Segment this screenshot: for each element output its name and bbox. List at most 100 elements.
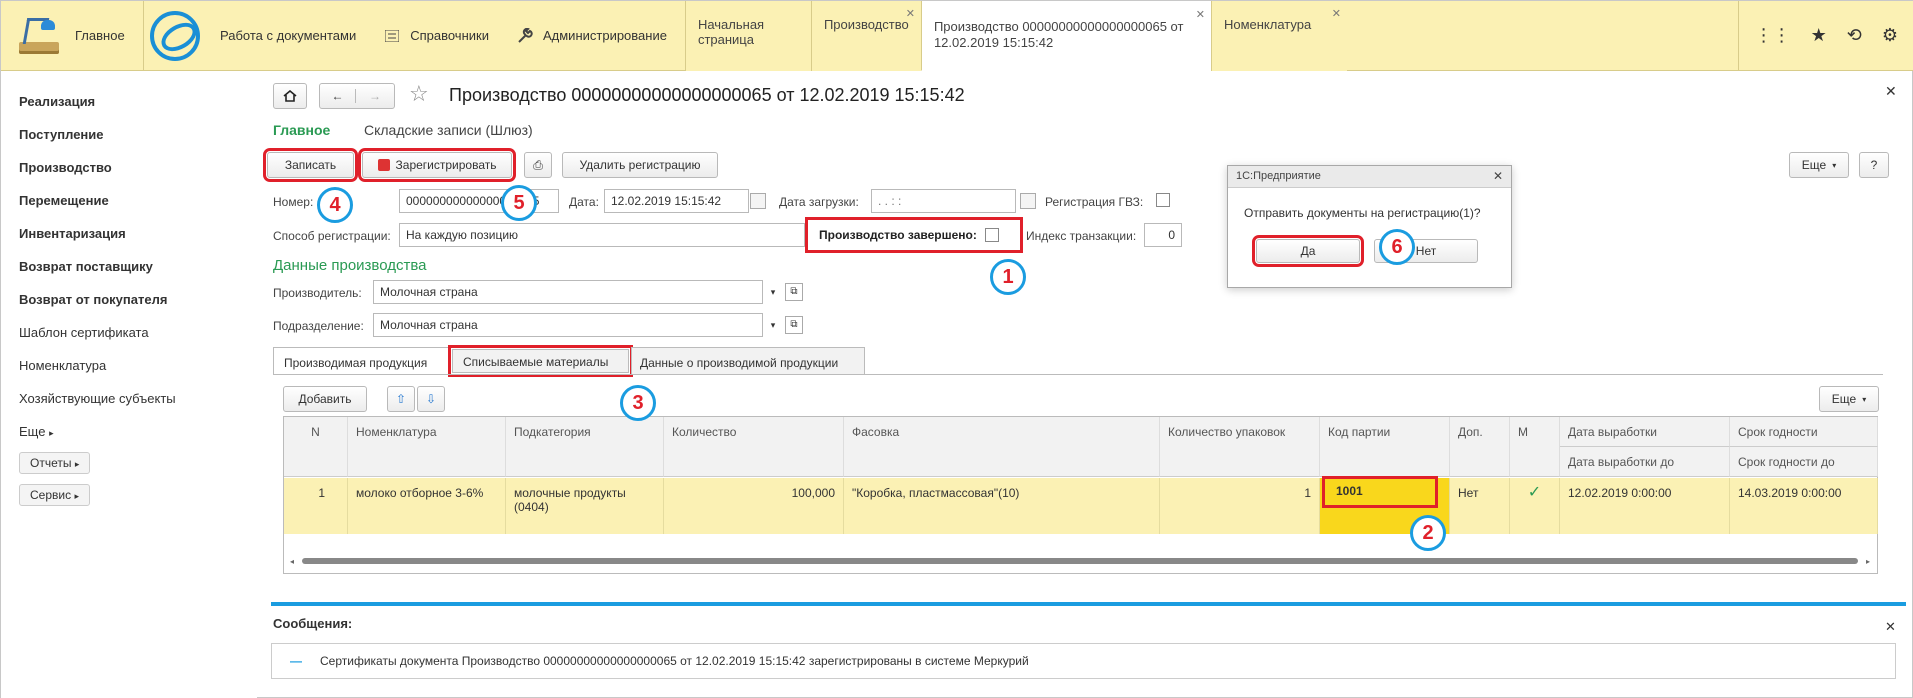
scroll-right-icon[interactable]: ▸ (1866, 557, 1870, 566)
cell-packing[interactable]: "Коробка, пластмассовая"(10) (844, 478, 1160, 534)
message-item[interactable]: — Сертификаты документа Производство 000… (271, 643, 1896, 679)
menu-references[interactable]: Справочники (370, 1, 503, 71)
yes-button[interactable]: Да (1252, 235, 1364, 267)
scroll-left-icon[interactable]: ◂ (290, 557, 294, 566)
tab-nomenclature[interactable]: Номенклатура ✕ (1210, 1, 1347, 71)
sidebar-more[interactable]: Еще ▸ (1, 415, 257, 448)
dropdown-icon[interactable]: ▾ (763, 281, 783, 303)
method-field[interactable]: На каждую позицию (399, 223, 805, 247)
cell-expiry-to[interactable] (1730, 506, 1878, 534)
forward-arrow-icon[interactable]: → (356, 89, 394, 103)
gvz-checkbox[interactable] (1156, 193, 1170, 207)
nav-main-link[interactable]: Главное (273, 122, 330, 138)
scrollbar-thumb[interactable] (302, 558, 1858, 564)
close-form-icon[interactable]: ✕ (1885, 83, 1897, 100)
col-nomenclature[interactable]: Номенклатура (348, 417, 506, 477)
cell-quantity[interactable]: 100,000 (664, 478, 844, 534)
close-icon[interactable]: ✕ (1196, 7, 1205, 23)
star-icon[interactable]: ★ (1811, 25, 1827, 46)
col-expiry-to[interactable]: Срок годности до (1730, 447, 1878, 477)
service-button[interactable]: Сервис ▸ (19, 484, 90, 506)
col-n[interactable]: N (284, 417, 348, 477)
col-prod-date-to[interactable]: Дата выработки до (1560, 447, 1730, 477)
division-field[interactable]: Молочная страна (373, 313, 763, 337)
annotation-badge-3: 3 (620, 385, 656, 421)
sidebar-item-cert-template[interactable]: Шаблон сертификата (1, 316, 257, 349)
sidebar-item-sales[interactable]: Реализация (1, 85, 257, 118)
close-icon[interactable]: ✕ (906, 7, 915, 20)
cell-extra[interactable]: Нет (1450, 478, 1510, 534)
grid-menu-icon[interactable]: ⋮⋮ (1755, 25, 1791, 46)
table-more-button[interactable]: Еще ▾ (1819, 386, 1879, 412)
col-packing[interactable]: Фасовка (844, 417, 1160, 477)
nav-warehouse-link[interactable]: Складские записи (Шлюз) (364, 122, 533, 138)
tab-product-data[interactable]: Данные о производимой продукции (631, 347, 865, 375)
sidebar-item-receipts[interactable]: Поступление (1, 118, 257, 151)
settings-icon[interactable]: ⚙ (1882, 25, 1898, 46)
back-arrow-icon[interactable]: ← (320, 89, 356, 103)
home-section[interactable]: Главное (1, 1, 144, 70)
col-batch-code[interactable]: Код партии (1320, 417, 1450, 477)
cell-subcategory[interactable]: молочные продукты (0404) (506, 478, 664, 534)
reports-button[interactable]: Отчеты ▸ (19, 452, 91, 474)
print-button[interactable]: ⎙ (524, 152, 552, 178)
sidebar-item-transfer[interactable]: Перемещение (1, 184, 257, 217)
cell-pack-qty[interactable]: 1 (1160, 478, 1320, 534)
cell-expiry[interactable]: 14.03.2019 0:00:00 (1730, 478, 1878, 506)
help-button[interactable]: ? (1859, 152, 1889, 178)
delete-registration-button[interactable]: Удалить регистрацию (562, 152, 718, 178)
tab-production-list[interactable]: Производство ✕ (810, 1, 921, 71)
home-button[interactable] (273, 83, 307, 109)
sidebar-item-production[interactable]: Производство (1, 151, 257, 184)
tab-produced-products[interactable]: Производимая продукция (273, 347, 450, 375)
sidebar-item-return-supplier[interactable]: Возврат поставщику (1, 250, 257, 283)
col-subcategory[interactable]: Подкатегория (506, 417, 664, 477)
history-icon[interactable]: ⟲ (1847, 25, 1862, 46)
move-down-icon[interactable]: ⇩ (417, 386, 445, 412)
cell-m-check-icon[interactable]: ✓ (1510, 478, 1560, 534)
open-icon[interactable]: ⧉ (785, 283, 803, 301)
tab-start-page[interactable]: Начальная страница (684, 1, 811, 71)
reports-label: Отчеты (30, 456, 72, 470)
sidebar-item-inventory[interactable]: Инвентаризация (1, 217, 257, 250)
close-icon[interactable]: ✕ (1332, 7, 1341, 20)
production-done-group: Производство завершено: (805, 217, 1023, 253)
col-quantity[interactable]: Количество (664, 417, 844, 477)
open-icon[interactable]: ⧉ (785, 316, 803, 334)
producer-field[interactable]: Молочная страна (373, 280, 763, 304)
col-m[interactable]: М (1510, 417, 1560, 477)
cell-batch-code[interactable]: 1001 (1322, 476, 1438, 508)
col-pack-qty[interactable]: Количество упаковок (1160, 417, 1320, 477)
close-messages-icon[interactable]: ✕ (1885, 619, 1896, 635)
tab-written-off-materials[interactable]: Списываемые материалы (448, 345, 633, 377)
cell-prod-date[interactable]: 12.02.2019 0:00:00 (1560, 478, 1730, 506)
horizontal-scrollbar[interactable]: ◂ ▸ (290, 556, 1870, 566)
cell-prod-date-to[interactable] (1560, 506, 1730, 534)
calendar-icon[interactable] (750, 193, 766, 209)
col-expiry[interactable]: Срок годности (1730, 417, 1878, 447)
annotation-badge-1: 1 (990, 259, 1026, 295)
more-button[interactable]: Еще ▾ (1789, 152, 1849, 178)
col-prod-date[interactable]: Дата выработки (1560, 417, 1730, 447)
favorite-star-icon[interactable]: ☆ (409, 81, 429, 107)
register-button[interactable]: Зарегистрировать (358, 148, 516, 182)
calendar-icon[interactable] (1020, 193, 1036, 209)
tx-index-field[interactable]: 0 (1144, 223, 1182, 247)
close-dialog-icon[interactable]: ✕ (1493, 169, 1503, 183)
menu-admin[interactable]: Администрирование (503, 1, 681, 71)
add-row-button[interactable]: Добавить (283, 386, 367, 412)
load-date-field[interactable]: . . : : (871, 189, 1016, 213)
col-extra[interactable]: Доп. (1450, 417, 1510, 477)
dropdown-icon[interactable]: ▾ (763, 314, 783, 336)
tab-production-doc[interactable]: Производство 00000000000000000065 от 12.… (920, 1, 1211, 71)
cell-nomenclature[interactable]: молоко отборное 3-6% (348, 478, 506, 534)
cell-n[interactable]: 1 (284, 478, 348, 534)
move-up-icon[interactable]: ⇧ (387, 386, 415, 412)
sidebar-item-return-customer[interactable]: Возврат от покупателя (1, 283, 257, 316)
menu-documents[interactable]: Работа с документами (206, 1, 370, 71)
sidebar-item-nomenclature[interactable]: Номенклатура (1, 349, 257, 382)
sidebar-item-entities[interactable]: Хозяйствующие субъекты (1, 382, 257, 415)
save-button[interactable]: Записать (263, 148, 358, 182)
date-field[interactable]: 12.02.2019 15:15:42 (604, 189, 749, 213)
production-done-checkbox[interactable] (984, 228, 999, 242)
